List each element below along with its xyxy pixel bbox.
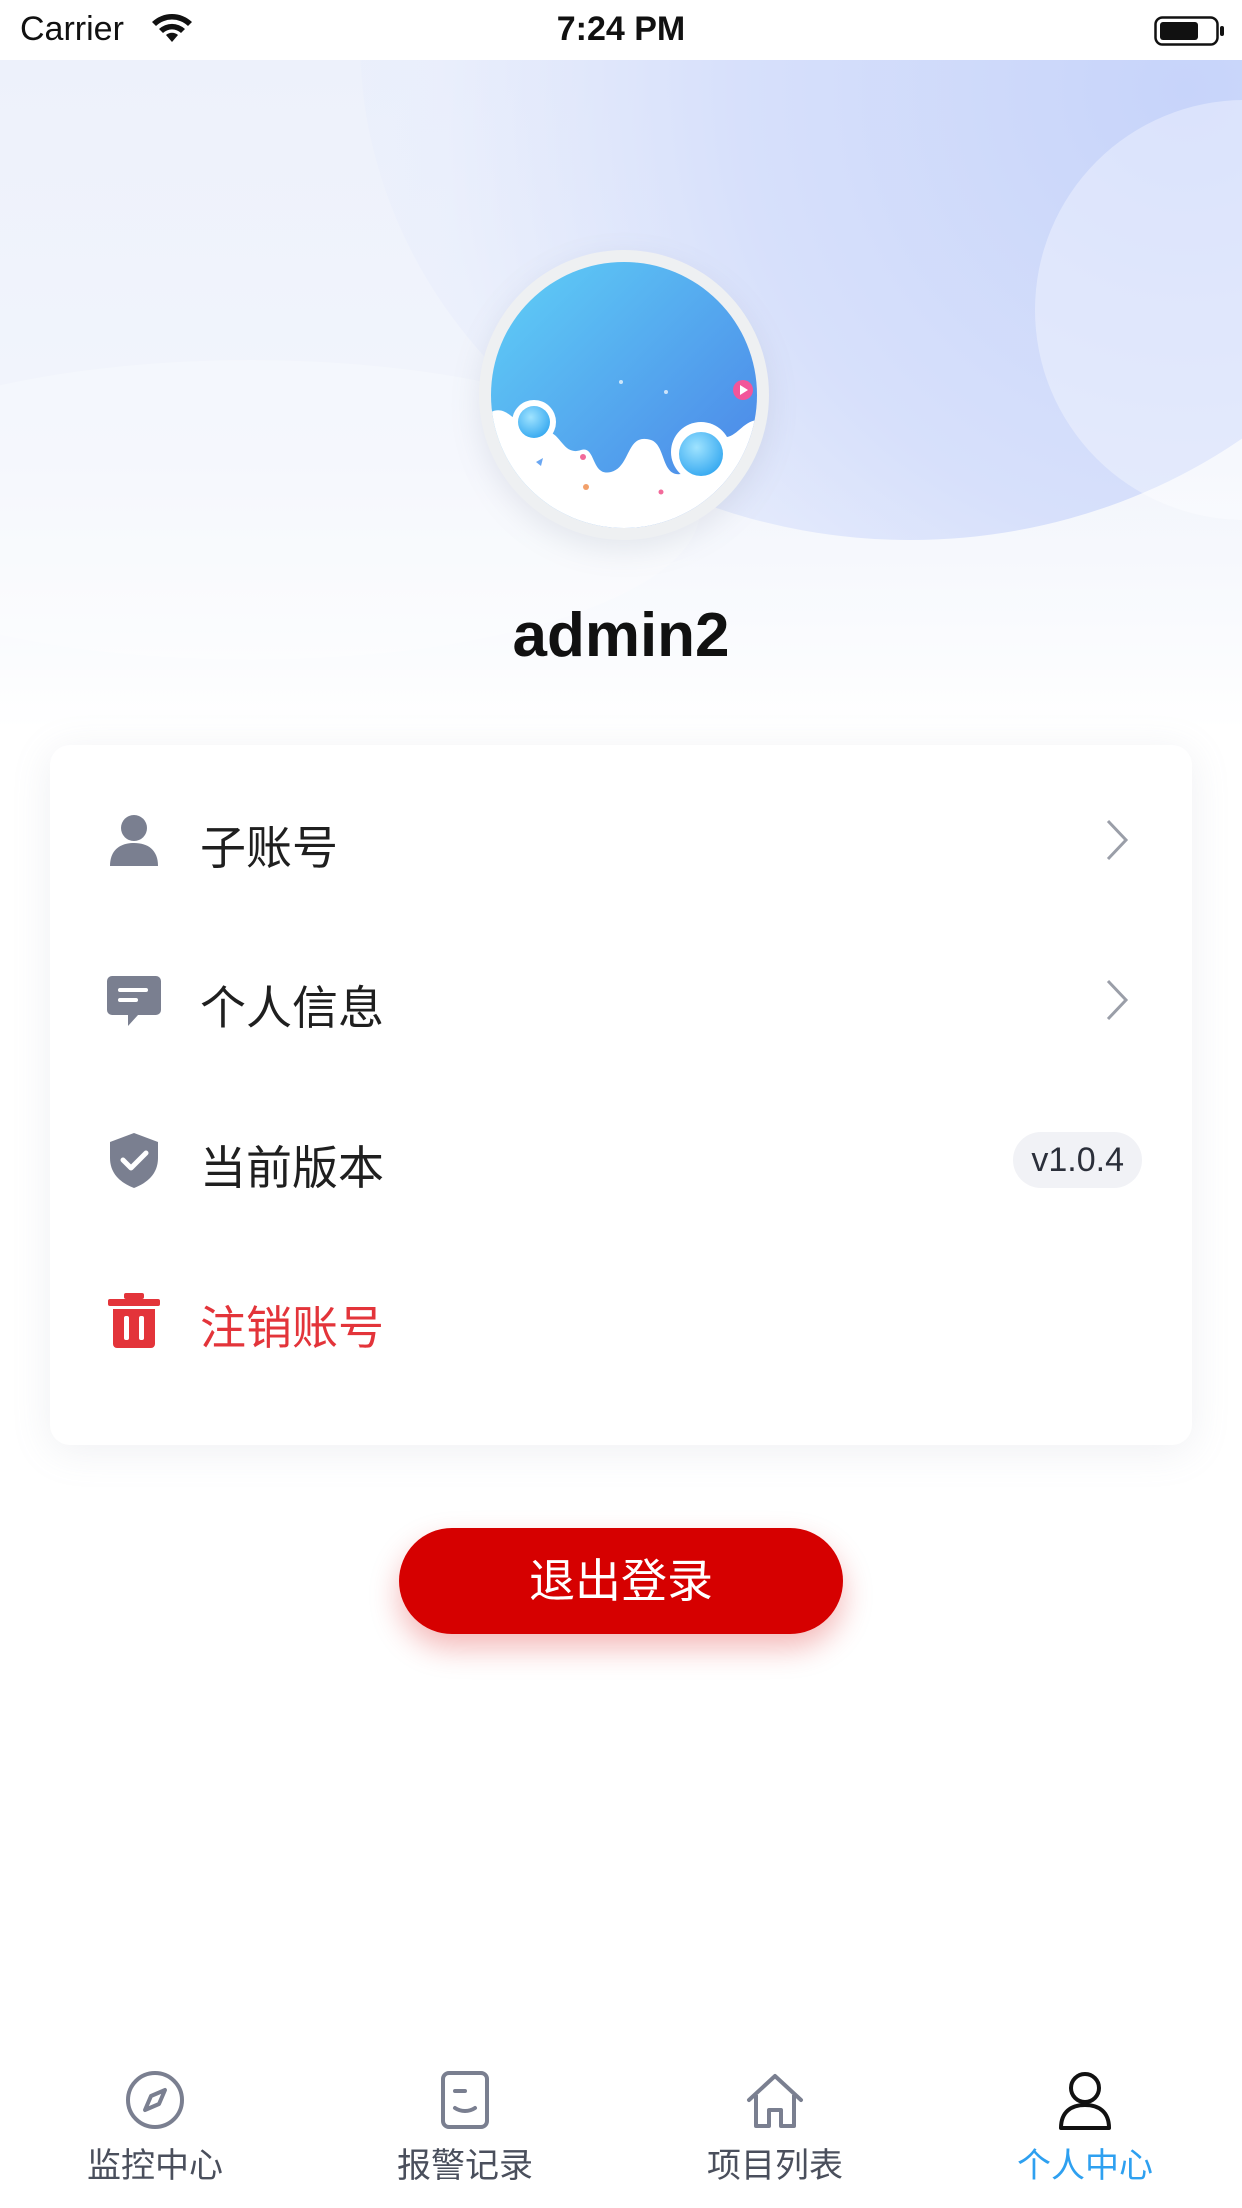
- tab-project-list[interactable]: 项目列表: [675, 2068, 875, 2198]
- battery-icon: [1154, 16, 1224, 46]
- tab-monitoring-center[interactable]: 监控中心: [55, 2068, 255, 2198]
- person-icon: [110, 815, 158, 866]
- tab-label: 监控中心: [87, 2146, 223, 2186]
- menu-item-label: 子账号: [200, 821, 338, 875]
- menu-item-label: 个人信息: [200, 981, 384, 1035]
- menu-item-label: 注销账号: [200, 1301, 384, 1355]
- menu-item-sub-account[interactable]: 子账号: [50, 760, 1192, 920]
- status-bar: Carrier 7:24 PM: [0, 0, 1242, 60]
- menu-item-label: 当前版本: [200, 1141, 384, 1195]
- chevron-right-icon: [1106, 819, 1129, 861]
- username: admin2: [512, 601, 730, 670]
- avatar-image: [491, 262, 757, 528]
- menu-item-delete-account[interactable]: 注销账号: [50, 1240, 1192, 1400]
- logout-button[interactable]: 退出登录: [399, 1528, 843, 1634]
- tab-personal-center[interactable]: 个人中心: [985, 2068, 1185, 2198]
- home-icon: [747, 2074, 803, 2128]
- document-icon: [441, 2071, 489, 2129]
- tab-bar: 监控中心 报警记录 项目列表 个人中心: [0, 2050, 1242, 2208]
- menu-item-personal-info[interactable]: 个人信息: [50, 920, 1192, 1080]
- message-icon: [107, 976, 161, 1026]
- tab-label: 项目列表: [707, 2146, 843, 2186]
- trash-icon: [108, 1293, 160, 1348]
- tab-label: 个人中心: [1017, 2146, 1153, 2186]
- clock: 7:24 PM: [556, 10, 686, 48]
- user-icon: [1059, 2072, 1111, 2130]
- tab-alarm-records[interactable]: 报警记录: [365, 2068, 565, 2198]
- settings-card: 子账号 个人信息 当前版本 v1.0.4 注销账号: [50, 745, 1192, 1445]
- menu-item-current-version: 当前版本 v1.0.4: [50, 1080, 1192, 1240]
- chevron-right-icon: [1106, 979, 1129, 1021]
- avatar[interactable]: [479, 250, 769, 540]
- version-badge: v1.0.4: [1013, 1132, 1142, 1188]
- tab-label: 报警记录: [397, 2146, 533, 2186]
- compass-icon: [126, 2071, 184, 2129]
- shield-check-icon: [110, 1133, 158, 1188]
